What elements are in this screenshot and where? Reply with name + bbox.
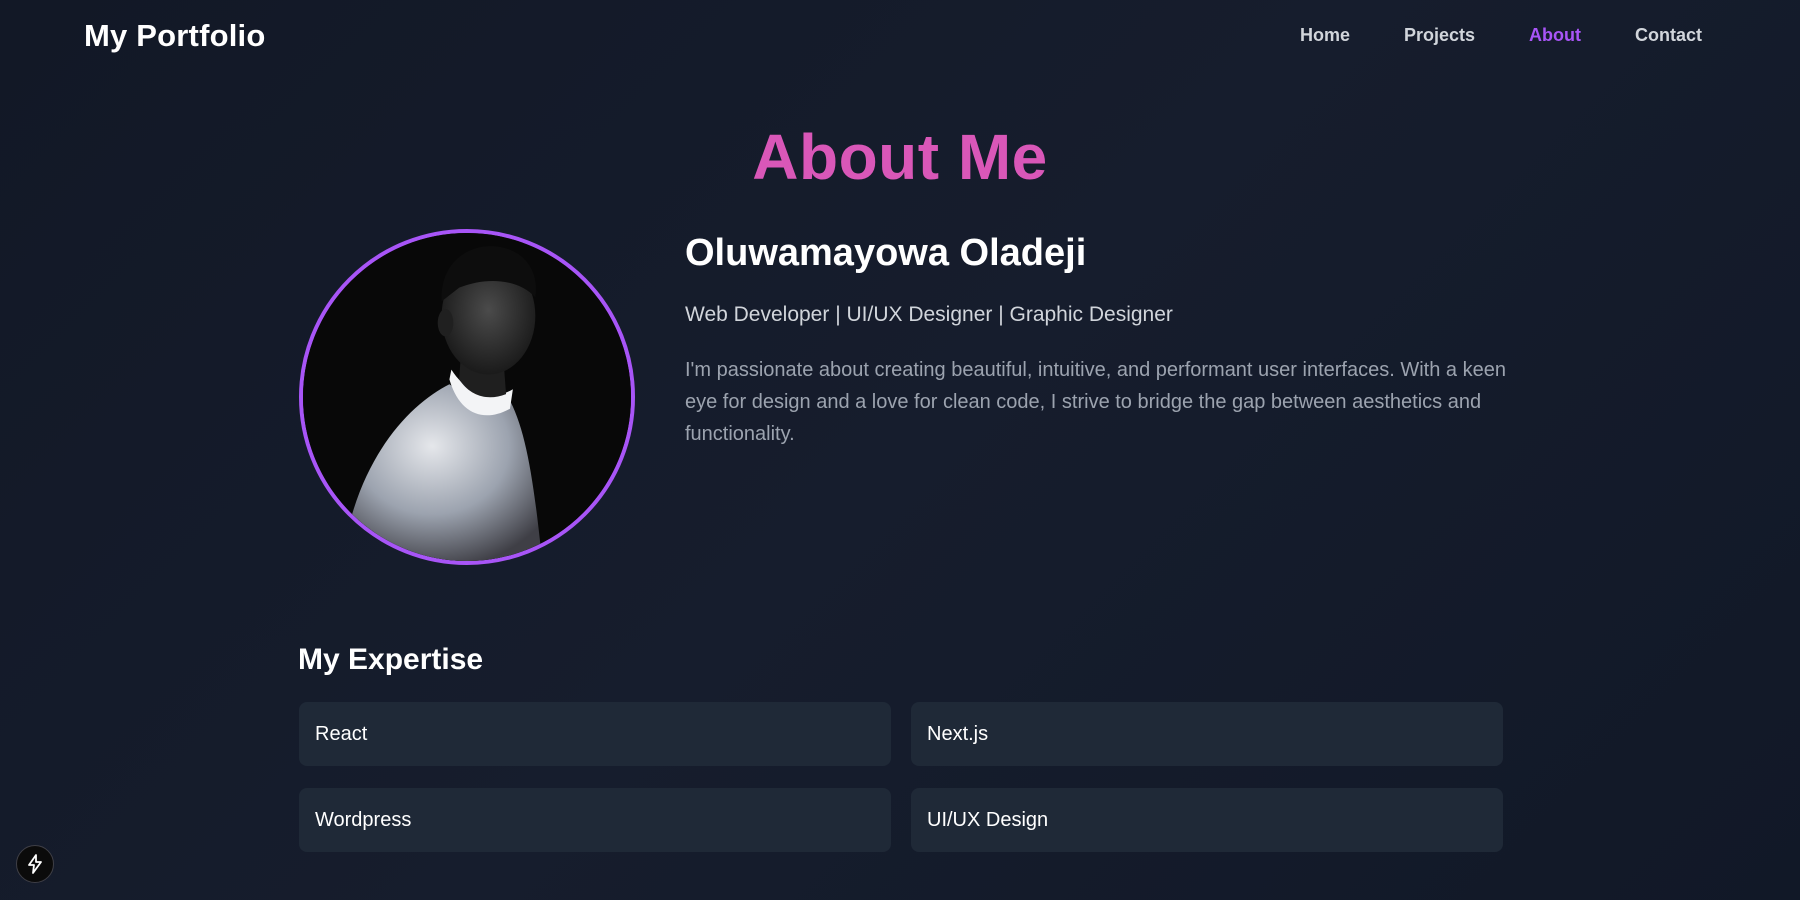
profile-avatar — [299, 229, 635, 565]
top-navigation: My Portfolio Home Projects About Contact — [0, 0, 1800, 78]
bolt-glyph — [28, 854, 42, 874]
nav-link-contact[interactable]: Contact — [1635, 25, 1702, 46]
profile-role: Web Developer | UI/UX Designer | Graphic… — [685, 303, 1173, 326]
nav-link-about[interactable]: About — [1529, 25, 1581, 46]
nav-link-home[interactable]: Home — [1300, 25, 1350, 46]
expertise-grid: React Next.js Wordpress UI/UX Design — [299, 702, 1503, 852]
skill-card-nextjs: Next.js — [911, 702, 1503, 766]
nav-links: Home Projects About Contact — [1300, 25, 1702, 46]
profile-photo — [303, 233, 631, 561]
site-brand[interactable]: My Portfolio — [84, 18, 266, 54]
skill-card-wordpress: Wordpress — [299, 788, 891, 852]
nav-link-projects[interactable]: Projects — [1404, 25, 1475, 46]
skill-card-react: React — [299, 702, 891, 766]
expertise-heading: My Expertise — [298, 643, 484, 676]
skill-card-uiux-design: UI/UX Design — [911, 788, 1503, 852]
page-title: About Me — [752, 121, 1048, 193]
profile-bio: I'm passionate about creating beautiful,… — [685, 359, 1506, 445]
profile-name: Oluwamayowa Oladeji — [685, 232, 1087, 274]
lightning-bolt-icon[interactable] — [16, 845, 54, 883]
